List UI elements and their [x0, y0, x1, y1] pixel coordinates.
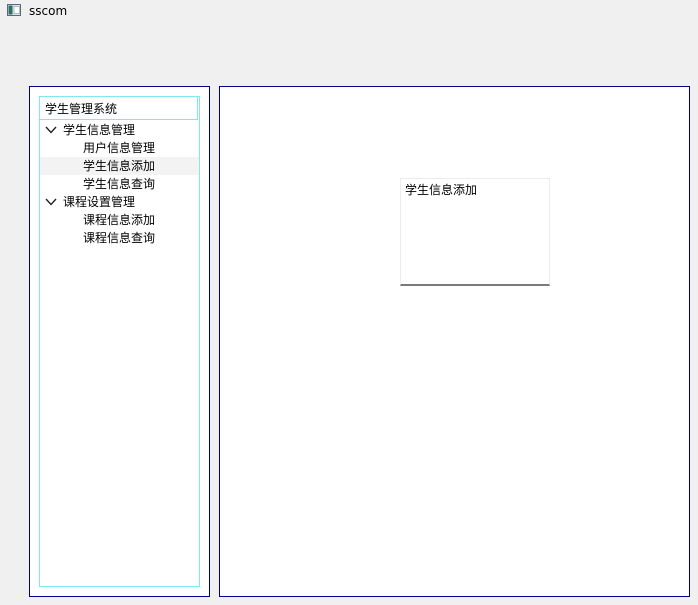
- tree-group-course-settings[interactable]: 课程设置管理: [40, 193, 199, 211]
- tree-item-user-info-management[interactable]: 用户信息管理: [40, 139, 199, 157]
- tree-item-label: 课程信息添加: [83, 213, 156, 227]
- navigation-panel: 学生管理系统 学生信息管理 用户信息管理 学生信息添加 学生信息查询 课程设置管…: [29, 86, 210, 597]
- tree-item-label: 学生信息查询: [83, 177, 156, 191]
- content-panel: 学生信息添加: [219, 86, 690, 597]
- tree-item-course-info-query[interactable]: 课程信息查询: [40, 229, 199, 247]
- content-page-card: 学生信息添加: [400, 178, 550, 286]
- navigation-tree[interactable]: 学生管理系统 学生信息管理 用户信息管理 学生信息添加 学生信息查询 课程设置管…: [39, 96, 200, 587]
- tree-item-course-info-add[interactable]: 课程信息添加: [40, 211, 199, 229]
- chevron-down-icon[interactable]: [45, 125, 57, 135]
- window-title: sscom: [29, 4, 68, 18]
- tree-header[interactable]: 学生管理系统: [39, 96, 198, 120]
- tree-group-label: 课程设置管理: [63, 195, 136, 209]
- tree-item-student-info-query[interactable]: 学生信息查询: [40, 175, 199, 193]
- tree-item-label: 课程信息查询: [83, 231, 156, 245]
- chevron-down-icon[interactable]: [45, 197, 57, 207]
- tree-group-student-info[interactable]: 学生信息管理: [40, 121, 199, 139]
- tree-group-label: 学生信息管理: [63, 123, 136, 137]
- tree-item-student-info-add[interactable]: 学生信息添加: [40, 157, 199, 175]
- tree-item-label: 学生信息添加: [83, 159, 156, 173]
- tree-item-label: 用户信息管理: [83, 141, 156, 155]
- content-page-label: 学生信息添加: [405, 183, 478, 197]
- app-window-icon: [7, 4, 21, 16]
- tree-body: 学生信息管理 用户信息管理 学生信息添加 学生信息查询 课程设置管理 课程信息添…: [40, 121, 199, 247]
- title-bar: sscom: [0, 0, 698, 22]
